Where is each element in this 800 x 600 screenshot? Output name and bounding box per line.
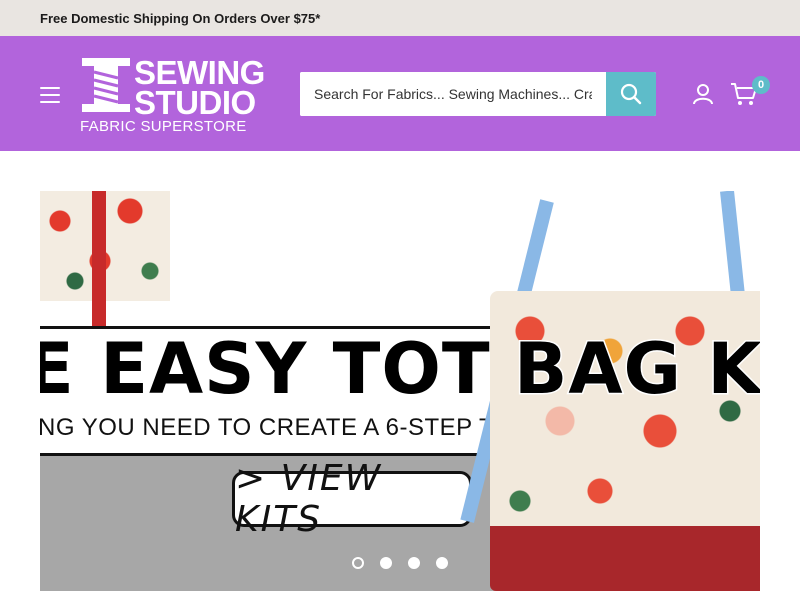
hamburger-icon[interactable]: [40, 87, 60, 103]
site-header: SEWING STUDIO FABRIC SUPERSTORE 0: [0, 36, 800, 151]
slideshow-dots: [0, 557, 800, 569]
hero-headline-right: BAG KI: [513, 328, 760, 410]
logo-tagline: FABRIC SUPERSTORE: [80, 118, 247, 135]
slide-dot-4[interactable]: [436, 557, 448, 569]
slide-dot-1[interactable]: [352, 557, 364, 569]
cart-count-badge: 0: [752, 76, 770, 94]
search-button[interactable]: [606, 72, 656, 116]
slide-dot-3[interactable]: [408, 557, 420, 569]
search-input[interactable]: [300, 72, 606, 116]
hero-headline: E EASY TOTE: [40, 328, 540, 410]
site-logo[interactable]: SEWING STUDIO FABRIC SUPERSTORE: [80, 56, 270, 136]
slide-dot-2[interactable]: [380, 557, 392, 569]
announcement-bar: Free Domestic Shipping On Orders Over $7…: [0, 0, 800, 36]
search-icon: [620, 83, 642, 105]
search-bar: [300, 72, 656, 116]
announcement-text: Free Domestic Shipping On Orders Over $7…: [40, 10, 321, 26]
red-strap-image: [92, 191, 106, 331]
logo-word-studio: STUDIO: [134, 84, 256, 121]
spool-logo-icon: [82, 58, 130, 112]
user-icon[interactable]: [692, 83, 714, 105]
view-kits-button[interactable]: > VIEW KITS: [232, 458, 472, 540]
hero-subline: NG YOU NEED TO CREATE A 6-STEP TOTE!: [40, 414, 552, 441]
hero-banner[interactable]: E EASY TOTE NG YOU NEED TO CREATE A 6-ST…: [40, 191, 760, 591]
